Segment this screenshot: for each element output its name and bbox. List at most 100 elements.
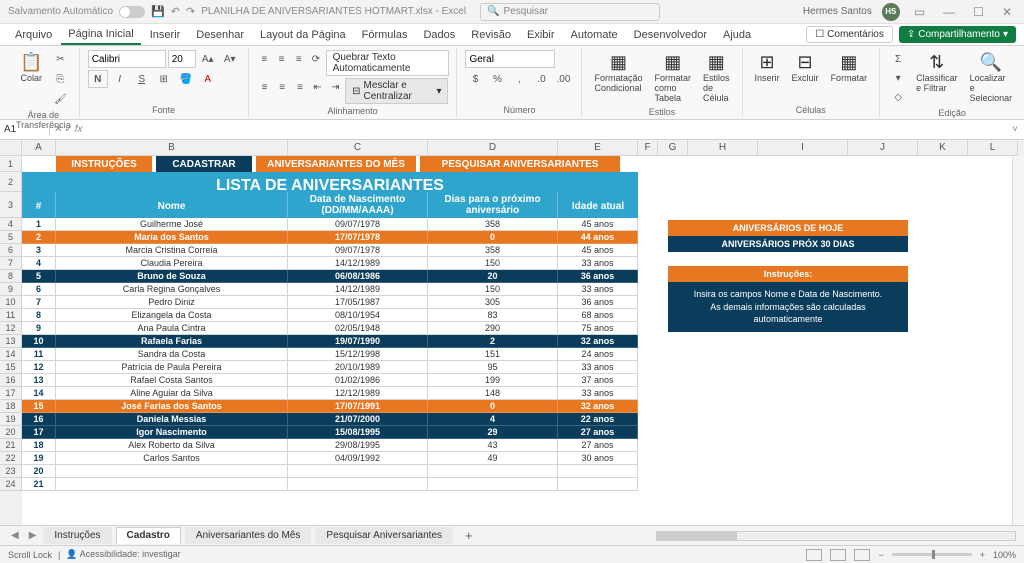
tab-prev-icon[interactable]: ◀ [8, 530, 22, 541]
grid-cells[interactable]: INSTRUÇÕESCADASTRARANIVERSARIANTES DO MÊ… [22, 156, 1024, 491]
menu-pagina-inicial[interactable]: Página Inicial [61, 25, 140, 45]
horizontal-scrollbar[interactable] [656, 531, 1016, 541]
menu-revisao[interactable]: Revisão [464, 26, 518, 44]
percent-icon[interactable]: % [487, 70, 507, 88]
save-icon[interactable]: 💾 [151, 5, 165, 18]
italic-button[interactable]: I [110, 70, 130, 88]
decrease-decimal-icon[interactable]: .00 [553, 70, 573, 88]
avatar[interactable]: HS [882, 3, 900, 21]
maximize-icon[interactable]: ☐ [969, 5, 988, 19]
close-icon[interactable]: ✕ [998, 5, 1016, 19]
fx-icon[interactable]: fx [75, 124, 83, 135]
row-header[interactable]: 11 [0, 309, 22, 322]
menu-exibir[interactable]: Exibir [520, 26, 562, 44]
comments-button[interactable]: ☐ Comentários [806, 26, 893, 43]
cut-icon[interactable]: ✂ [50, 50, 70, 68]
row-header[interactable]: 1 [0, 156, 22, 172]
btn-instrucoes[interactable]: INSTRUÇÕES [56, 156, 152, 172]
col-header-l[interactable]: L [968, 140, 1018, 156]
table-row[interactable]: 18Alex Roberto da Silva29/08/19954327 an… [22, 439, 638, 452]
table-row[interactable]: 9Ana Paula Cintra02/05/194829075 anos [22, 322, 638, 335]
tab-aniversariantes-mes[interactable]: Aniversariantes do Mês [185, 527, 312, 544]
table-row[interactable]: 11Sandra da Costa15/12/199815124 anos [22, 348, 638, 361]
row-header[interactable]: 22 [0, 452, 22, 465]
align-left-icon[interactable]: ≡ [257, 78, 273, 96]
row-header[interactable]: 12 [0, 322, 22, 335]
increase-decimal-icon[interactable]: .0 [531, 70, 551, 88]
clear-icon[interactable]: ◇ [888, 88, 908, 106]
sort-filter-button[interactable]: ⇅Classificar e Filtrar [912, 50, 962, 95]
cell-styles-button[interactable]: ▦Estilos de Célula [699, 50, 734, 105]
menu-formulas[interactable]: Fórmulas [355, 26, 415, 44]
row-header[interactable]: 19 [0, 413, 22, 426]
row-header[interactable]: 15 [0, 361, 22, 374]
orientation-icon[interactable]: ⟳ [308, 50, 323, 68]
col-header-c[interactable]: C [288, 140, 428, 156]
comma-icon[interactable]: , [509, 70, 529, 88]
align-right-icon[interactable]: ≡ [292, 78, 308, 96]
share-button[interactable]: ⇪ Compartilhamento ▾ [899, 26, 1016, 43]
col-header-h[interactable]: H [688, 140, 758, 156]
table-row[interactable]: 4Claudia Pereira14/12/198915033 anos [22, 257, 638, 270]
table-row[interactable]: 3Marcia Cristina Correia09/07/197835845 … [22, 244, 638, 257]
format-cells-button[interactable]: ▦Formatar [827, 50, 872, 85]
fill-icon[interactable]: ▾ [888, 69, 908, 87]
table-row[interactable]: 12Patrícia de Paula Pereira20/10/1989953… [22, 361, 638, 374]
wrap-text-button[interactable]: Quebrar Texto Automaticamente [326, 50, 449, 76]
tab-cadastro[interactable]: Cadastro [116, 527, 181, 544]
row-header[interactable]: 16 [0, 374, 22, 387]
row-header[interactable]: 20 [0, 426, 22, 439]
autosum-icon[interactable]: Σ [888, 50, 908, 68]
row-header[interactable]: 8 [0, 270, 22, 283]
row-header[interactable]: 18 [0, 400, 22, 413]
col-header-g[interactable]: G [658, 140, 688, 156]
table-row[interactable]: 7Pedro Diniz17/05/198730536 anos [22, 296, 638, 309]
col-header-i[interactable]: I [758, 140, 848, 156]
zoom-out-icon[interactable]: − [878, 550, 883, 560]
align-center-icon[interactable]: ≡ [274, 78, 290, 96]
copy-icon[interactable]: ⎘ [50, 70, 70, 88]
merge-center-button[interactable]: ⊟ Mesclar e Centralizar ▾ [345, 78, 448, 104]
select-all-corner[interactable] [0, 140, 22, 156]
align-bottom-icon[interactable]: ≡ [291, 50, 306, 68]
currency-icon[interactable]: $ [465, 70, 485, 88]
row-header[interactable]: 14 [0, 348, 22, 361]
menu-desenvolvedor[interactable]: Desenvolvedor [627, 26, 714, 44]
col-header-k[interactable]: K [918, 140, 968, 156]
decrease-font-icon[interactable]: A▾ [220, 50, 240, 68]
delete-cells-button[interactable]: ⊟Excluir [788, 50, 823, 85]
menu-inserir[interactable]: Inserir [143, 26, 188, 44]
accessibility-label[interactable]: 👤 Acessibilidade: investigar [66, 549, 180, 560]
table-row[interactable]: 19Carlos Santos04/09/19924930 anos [22, 452, 638, 465]
format-table-button[interactable]: ▦Formatar como Tabela [651, 50, 696, 105]
row-header[interactable]: 3 [0, 192, 22, 218]
row-header[interactable]: 7 [0, 257, 22, 270]
btn-pesquisar[interactable]: PESQUISAR ANIVERSARIANTES [420, 156, 620, 172]
table-row[interactable]: 8Elizangela da Costa08/10/19548368 anos [22, 309, 638, 322]
table-row[interactable]: 16Daniela Messias21/07/2000422 anos [22, 413, 638, 426]
number-format-select[interactable] [465, 50, 555, 68]
col-header-f[interactable]: F [638, 140, 658, 156]
add-sheet-icon[interactable]: + [457, 528, 481, 543]
find-select-button[interactable]: 🔍Localizar e Selecionar [966, 50, 1017, 105]
page-layout-view-icon[interactable] [830, 549, 846, 561]
cancel-formula-icon[interactable]: ✕ [54, 124, 62, 135]
font-name-select[interactable] [88, 50, 166, 68]
enter-formula-icon[interactable]: ✓ [64, 124, 72, 135]
zoom-in-icon[interactable]: + [980, 550, 985, 560]
search-box[interactable]: 🔍 Pesquisar [480, 3, 660, 21]
table-row[interactable]: 6Carla Regina Gonçalves14/12/198915033 a… [22, 283, 638, 296]
indent-right-icon[interactable]: ⇥ [327, 78, 343, 96]
table-row[interactable]: 2Maria dos Santos17/07/1978044 anos [22, 231, 638, 244]
menu-layout[interactable]: Layout da Página [253, 26, 353, 44]
align-top-icon[interactable]: ≡ [257, 50, 272, 68]
row-header[interactable]: 2 [0, 172, 22, 192]
row-header[interactable]: 21 [0, 439, 22, 452]
ribbon-options-icon[interactable]: ▭ [910, 5, 929, 19]
table-row[interactable]: 1Guilherme José09/07/197835845 anos [22, 218, 638, 231]
col-header-a[interactable]: A [22, 140, 56, 156]
row-header[interactable]: 24 [0, 478, 22, 491]
menu-arquivo[interactable]: Arquivo [8, 26, 59, 44]
bold-button[interactable]: N [88, 70, 108, 88]
conditional-format-button[interactable]: ▦Formatação Condicional [590, 50, 646, 95]
